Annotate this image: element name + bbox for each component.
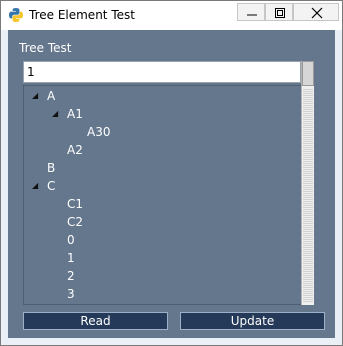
tree-value-input[interactable] [23,61,301,83]
scrollbar-track[interactable] [303,88,313,302]
tree-test-label: Tree Test [19,41,72,55]
read-button[interactable]: Read [23,312,168,330]
window-client-area: Tree Test ◢ A ◢ A1 A30 A2 B ◢ C C1 C2 0 … [8,30,335,338]
expand-arrow-icon[interactable]: ◢ [52,105,58,123]
title-bar[interactable]: Tree Element Test [1,1,342,30]
scrollbar-thumb[interactable] [302,61,314,86]
window-title: Tree Element Test [29,8,135,22]
app-window: Tree Element Test Tree Test ◢ A ◢ A1 A30… [0,0,343,346]
close-button[interactable] [293,3,339,21]
tree-node-a1[interactable]: A1 [67,105,83,123]
update-button[interactable]: Update [180,312,325,330]
maximize-icon [275,8,285,18]
maximize-button[interactable] [265,3,293,21]
tree-node-c[interactable]: C [47,177,55,195]
tree-node-a2[interactable]: A2 [67,141,83,159]
minimize-icon [247,14,257,16]
expand-arrow-icon[interactable]: ◢ [32,177,38,195]
tree-node-3[interactable]: 3 [67,285,75,303]
tree-view[interactable]: ◢ A ◢ A1 A30 A2 B ◢ C C1 C2 0 1 2 3 [23,85,302,305]
tree-node-c2[interactable]: C2 [67,213,83,231]
tree-node-b[interactable]: B [47,159,55,177]
minimize-button[interactable] [237,3,265,21]
tree-node-c1[interactable]: C1 [67,195,83,213]
tree-node-1[interactable]: 1 [67,249,75,267]
tree-scrollbar[interactable] [301,61,314,305]
tree-node-0[interactable]: 0 [67,231,75,249]
expand-arrow-icon[interactable]: ◢ [32,87,38,105]
python-logo-icon [9,8,23,22]
tree-node-a[interactable]: A [47,87,55,105]
close-icon [311,7,323,19]
tree-node-2[interactable]: 2 [67,267,75,285]
tree-node-a30[interactable]: A30 [87,123,110,141]
